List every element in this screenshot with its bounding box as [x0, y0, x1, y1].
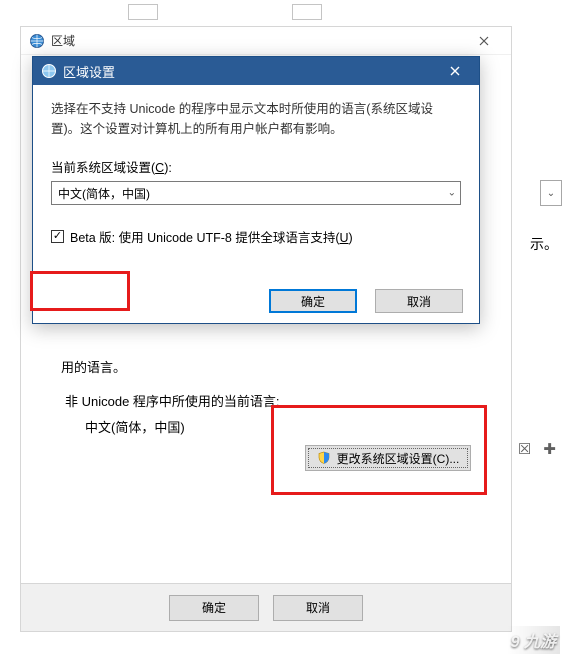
uac-shield-icon — [317, 451, 331, 465]
dialog-description: 选择在不支持 Unicode 的程序中显示文本时所使用的语言(系统区域设置)。这… — [51, 99, 461, 139]
outer-titlebar: 区域 — [21, 27, 511, 55]
inner-button-row: 确定 取消 — [269, 289, 463, 313]
inner-titlebar: 区域设置 — [33, 57, 479, 85]
region-settings-dialog: 区域设置 选择在不支持 Unicode 的程序中显示文本时所使用的语言(系统区域… — [32, 56, 480, 324]
watermark: 9 九游 — [507, 626, 560, 654]
highlight-rectangle-checkbox — [30, 271, 130, 311]
outer-window-title: 区域 — [51, 32, 461, 49]
globe-icon — [29, 33, 45, 49]
background-tab-hints — [128, 4, 322, 20]
chevron-down-icon: ⌄ — [448, 188, 456, 199]
outer-close-button[interactable] — [461, 27, 507, 55]
current-locale-value: 中文(简体，中国) — [58, 185, 150, 202]
inner-dialog-title: 区域设置 — [63, 62, 437, 81]
utf8-beta-checkbox[interactable]: ✓ — [51, 230, 64, 243]
utf8-beta-row: ✓ Beta 版: 使用 Unicode UTF-8 提供全球语言支持(U) — [51, 227, 461, 246]
globe-icon — [41, 63, 57, 79]
outer-ok-button[interactable]: 确定 — [169, 595, 259, 621]
background-text-fragment: 示。 — [530, 234, 558, 254]
outer-button-row: 确定 取消 — [21, 583, 511, 631]
inner-body: 选择在不支持 Unicode 的程序中显示文本时所使用的语言(系统区域设置)。这… — [33, 85, 479, 323]
non-unicode-value: 中文(简体，中国) — [85, 417, 185, 436]
outer-cancel-button[interactable]: 取消 — [273, 595, 363, 621]
inner-close-button[interactable] — [437, 61, 473, 81]
non-unicode-label: 非 Unicode 程序中所使用的当前语言: — [65, 391, 280, 410]
current-locale-combobox[interactable]: 中文(简体，中国) ⌄ — [51, 181, 461, 205]
used-language-fragment: 用的语言。 — [61, 357, 126, 376]
change-system-locale-label: 更改系统区域设置(C)... — [337, 450, 460, 467]
inner-ok-button[interactable]: 确定 — [269, 289, 357, 313]
current-locale-label: 当前系统区域设置(C): — [51, 157, 461, 176]
change-system-locale-button[interactable]: 更改系统区域设置(C)... — [305, 445, 471, 471]
inner-cancel-button[interactable]: 取消 — [375, 289, 463, 313]
background-dropdown-fragment: ⌄ — [540, 180, 562, 206]
utf8-beta-label: Beta 版: 使用 Unicode UTF-8 提供全球语言支持(U) — [70, 227, 353, 246]
